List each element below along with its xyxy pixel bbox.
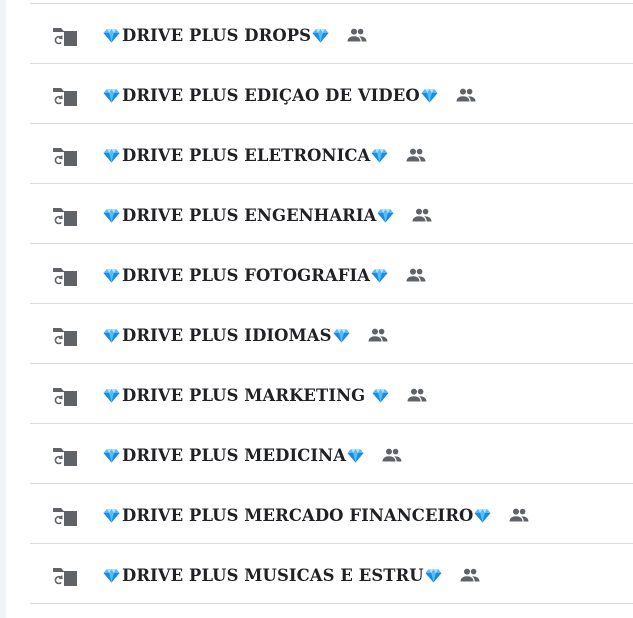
folder-name-wrap: DRIVE PLUS EDIÇAO DE VIDEO	[103, 84, 476, 106]
folder-name-wrap: DRIVE PLUS FOTOGRAFIA	[103, 264, 426, 286]
diamond-emoji-icon	[312, 28, 329, 42]
people-icon	[456, 88, 476, 102]
folder-name-wrap: DRIVE PLUS MERCADO FINANCEIRO	[103, 504, 529, 526]
left-gutter	[0, 0, 6, 618]
diamond-emoji-icon	[333, 328, 350, 342]
diamond-emoji-icon	[103, 388, 120, 402]
diamond-emoji-icon	[371, 268, 388, 282]
people-icon	[407, 388, 427, 402]
shared-folder-icon	[53, 148, 77, 166]
folder-name: DRIVE PLUS MEDICINA	[122, 445, 347, 465]
people-icon	[460, 568, 480, 582]
shared-folder-icon	[53, 88, 77, 106]
people-icon	[406, 148, 426, 162]
diamond-emoji-icon	[474, 508, 491, 522]
folder-row[interactable]: DRIVE PLUS DROPS	[30, 4, 633, 64]
drive-folder-list-page: DRIVE PLUS DROPS DRIVE PLUS EDIÇAO DE VI…	[0, 0, 633, 618]
folder-row[interactable]: DRIVE PLUS EDIÇAO DE VIDEO	[30, 64, 633, 124]
folder-name-wrap: DRIVE PLUS ELETRONICA	[103, 144, 426, 166]
diamond-emoji-icon	[421, 88, 438, 102]
shared-folder-icon	[53, 28, 77, 46]
people-icon	[347, 28, 367, 42]
folder-row[interactable]: DRIVE PLUS MARKETING	[30, 364, 633, 424]
folder-row[interactable]: DRIVE PLUS MEDICINA	[30, 424, 633, 484]
folder-name-wrap: DRIVE PLUS IDIOMAS	[103, 324, 388, 346]
folder-name: DRIVE PLUS ENGENHARIA	[122, 205, 377, 225]
diamond-emoji-icon	[103, 148, 120, 162]
diamond-emoji-icon	[372, 388, 389, 402]
folder-list: DRIVE PLUS DROPS DRIVE PLUS EDIÇAO DE VI…	[30, 3, 633, 604]
folder-name: DRIVE PLUS IDIOMAS	[122, 325, 332, 345]
people-icon	[509, 508, 529, 522]
people-icon	[368, 328, 388, 342]
folder-name-wrap: DRIVE PLUS ENGENHARIA	[103, 204, 432, 226]
folder-name: DRIVE PLUS EDIÇAO DE VIDEO	[122, 85, 420, 105]
diamond-emoji-icon	[103, 568, 120, 582]
diamond-emoji-icon	[377, 208, 394, 222]
diamond-emoji-icon	[103, 88, 120, 102]
folder-name: DRIVE PLUS MERCADO FINANCEIRO	[122, 505, 474, 525]
shared-folder-icon	[53, 388, 77, 406]
shared-folder-icon	[53, 328, 77, 346]
folder-name: DRIVE PLUS ELETRONICA	[122, 145, 371, 165]
people-icon	[406, 268, 426, 282]
shared-folder-icon	[53, 568, 77, 586]
diamond-emoji-icon	[103, 448, 120, 462]
diamond-emoji-icon	[103, 328, 120, 342]
folder-row[interactable]: DRIVE PLUS MUSICAS E ESTRU	[30, 544, 633, 604]
folder-name-wrap: DRIVE PLUS MEDICINA	[103, 444, 402, 466]
folder-name: DRIVE PLUS FOTOGRAFIA	[122, 265, 371, 285]
folder-row[interactable]: DRIVE PLUS MERCADO FINANCEIRO	[30, 484, 633, 544]
folder-row[interactable]: DRIVE PLUS ELETRONICA	[30, 124, 633, 184]
shared-folder-icon	[53, 508, 77, 526]
diamond-emoji-icon	[103, 508, 120, 522]
folder-name-wrap: DRIVE PLUS MUSICAS E ESTRU	[103, 564, 480, 586]
shared-folder-icon	[53, 268, 77, 286]
diamond-emoji-icon	[103, 208, 120, 222]
diamond-emoji-icon	[103, 268, 120, 282]
diamond-emoji-icon	[371, 148, 388, 162]
folder-row[interactable]: DRIVE PLUS ENGENHARIA	[30, 184, 633, 244]
shared-folder-icon	[53, 208, 77, 226]
folder-name: DRIVE PLUS MUSICAS E ESTRU	[122, 565, 424, 585]
folder-name: DRIVE PLUS MARKETING	[122, 385, 372, 405]
diamond-emoji-icon	[103, 28, 120, 42]
people-icon	[412, 208, 432, 222]
folder-name-wrap: DRIVE PLUS MARKETING	[103, 384, 427, 406]
folder-name: DRIVE PLUS DROPS	[122, 25, 312, 45]
folder-name-wrap: DRIVE PLUS DROPS	[103, 24, 367, 46]
folder-row[interactable]: DRIVE PLUS FOTOGRAFIA	[30, 244, 633, 304]
shared-folder-icon	[53, 448, 77, 466]
folder-row[interactable]: DRIVE PLUS IDIOMAS	[30, 304, 633, 364]
people-icon	[382, 448, 402, 462]
diamond-emoji-icon	[347, 448, 364, 462]
diamond-emoji-icon	[425, 568, 442, 582]
